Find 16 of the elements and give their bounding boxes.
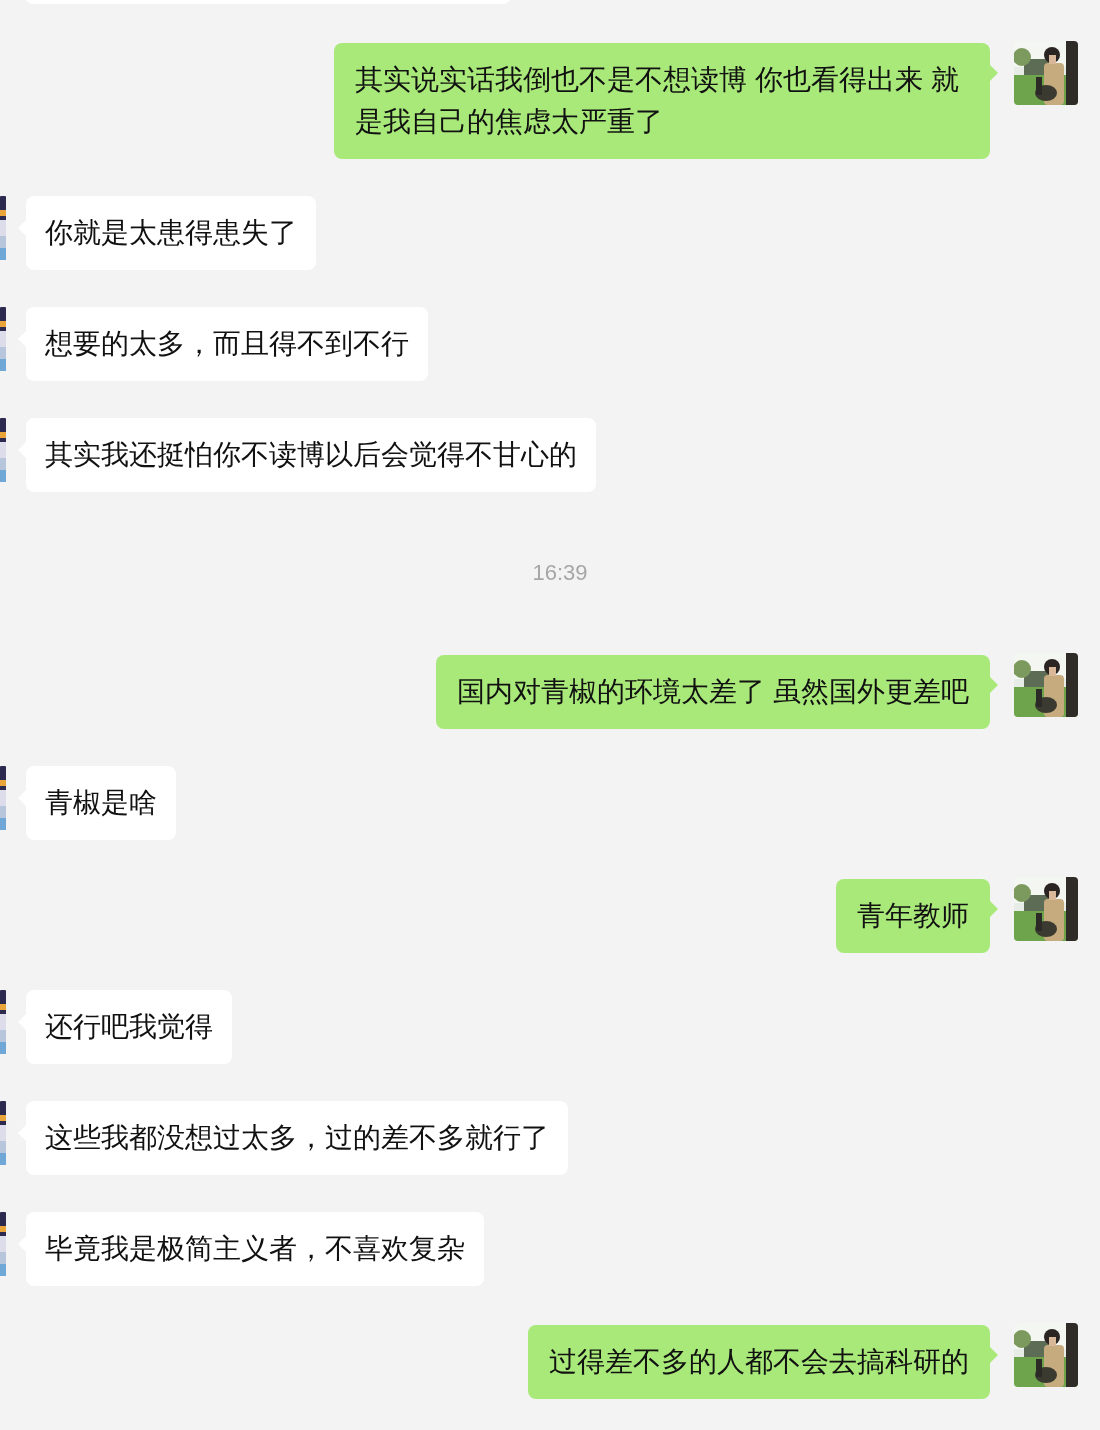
message-bubble: 还行吧我觉得 [26, 990, 232, 1064]
message-bubble: 其实说实话我倒也不是不想读博 你也看得出来 就是我自己的焦虑太严重了 [334, 43, 990, 159]
message-bubble: 青年教师 [836, 879, 990, 953]
message-bubble: 想要的太多，而且得不到不行 [26, 307, 428, 381]
message-bubble: 过得差不多的人都不会去搞科研的 [528, 1325, 990, 1399]
timestamp: 16:39 [531, 559, 588, 587]
message-bubble: 你就是太患得患失了 [26, 196, 316, 270]
bubble-tail [990, 65, 998, 81]
bubble-tail [990, 677, 998, 693]
message-bubble: 青椒是啥 [26, 766, 176, 840]
message-bubble: 其实我还挺怕你不读博以后会觉得不甘心的 [26, 418, 596, 492]
message-bubble: 这些我都没想过太多，过的差不多就行了 [26, 1101, 568, 1175]
bubble-tail [990, 901, 998, 917]
message-bubble: 毕竟我是极简主义者，不喜欢复杂 [26, 1212, 484, 1286]
bubble-tail [990, 1347, 998, 1363]
message-bubble: 国内对青椒的环境太差了 虽然国外更差吧 [436, 655, 990, 729]
